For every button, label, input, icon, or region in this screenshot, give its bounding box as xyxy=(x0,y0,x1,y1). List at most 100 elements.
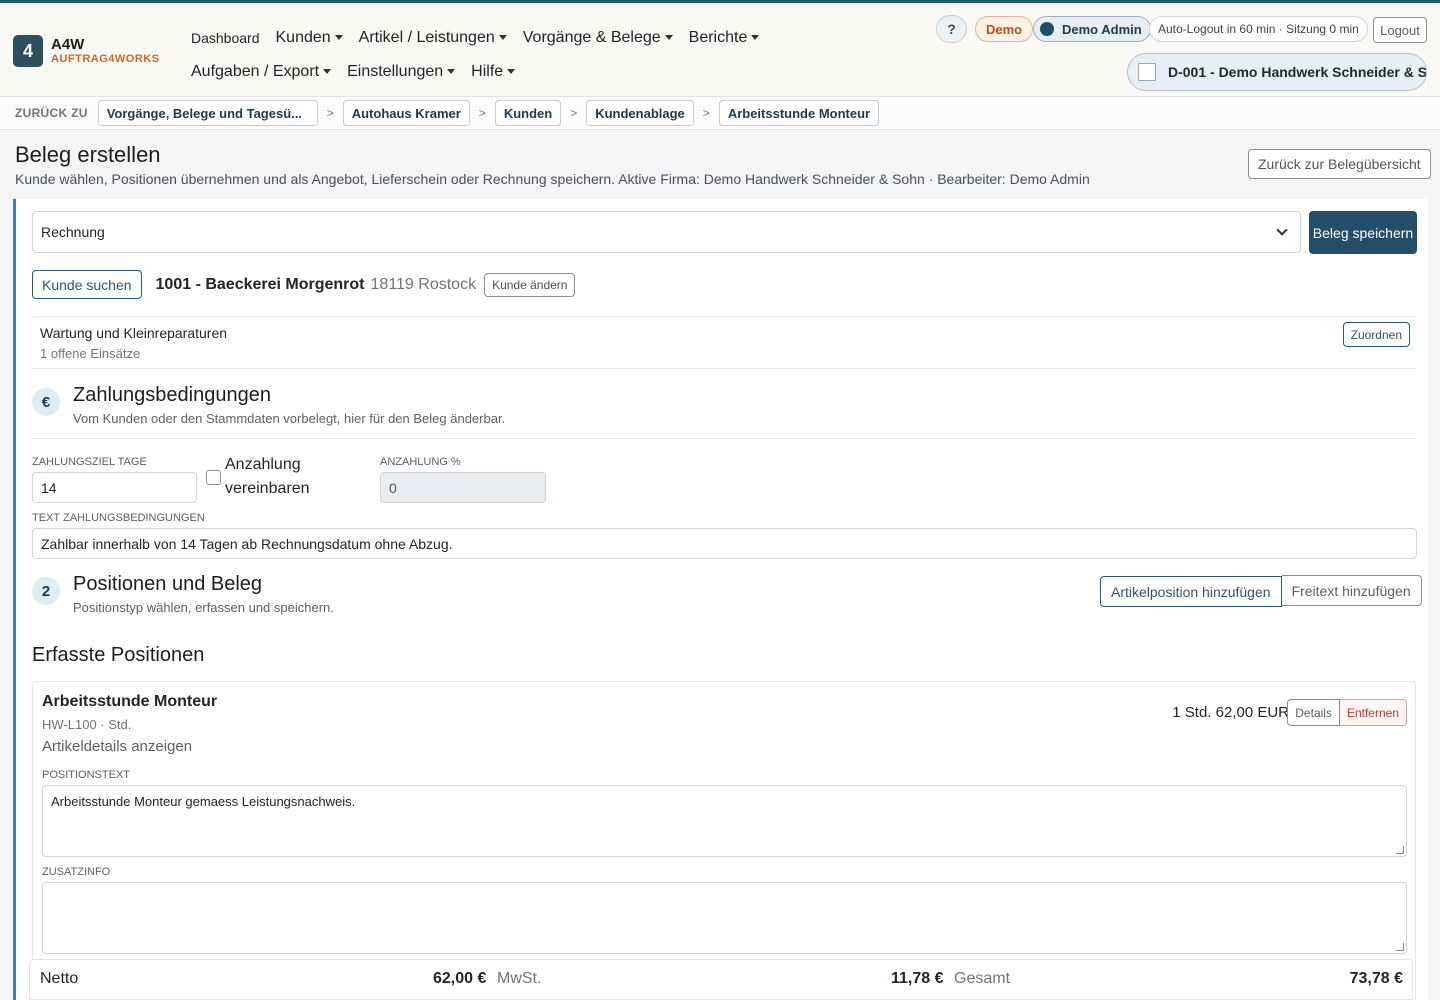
session-info: Auto-Logout in 60 min · Sitzung 0 min xyxy=(1149,16,1368,42)
caret-down-icon xyxy=(323,69,332,75)
nav-aufgaben-label: Aufgaben / Export xyxy=(191,63,320,80)
payment-subtitle: Vom Kunden oder den Stammdaten vorbelegt… xyxy=(73,411,506,426)
payment-text-label: TEXT ZAHLUNGSBEDINGUNGEN xyxy=(32,512,205,524)
main-nav: Dashboard Kunden Artikel / Leistungen Vo… xyxy=(191,21,791,89)
position-remove-button[interactable]: Entfernen xyxy=(1339,699,1407,726)
top-navbar: 4 A4W AUFTRAG4WORKS Dashboard Kunden Art… xyxy=(0,0,1440,97)
nav-kunden[interactable]: Kunden xyxy=(276,29,343,47)
beleg-form-card: Rechnung Beleg speichern Kunde suchen 10… xyxy=(13,199,1428,1000)
demo-badge: Demo xyxy=(975,16,1034,42)
nav-einstellungen-label: Einstellungen xyxy=(347,63,444,80)
breadcrumb-label: ZURÜCK ZU xyxy=(15,106,88,120)
position-card: Arbeitsstunde Monteur HW-L100 · Std. Art… xyxy=(32,681,1416,1000)
logo-mark: 4 xyxy=(13,35,43,67)
net-label: Netto xyxy=(40,970,79,987)
caret-down-icon xyxy=(664,35,673,41)
breadcrumb-item-kunden[interactable]: Kunden xyxy=(494,100,562,126)
total-value: 73,78 € xyxy=(1349,970,1403,987)
position-name: Arbeitsstunde Monteur xyxy=(42,693,218,710)
position-text-area[interactable]: Arbeitsstunde Monteur gemaess Leistungsn… xyxy=(42,785,1407,857)
nav-kunden-label: Kunden xyxy=(275,29,331,46)
customer-name: 1001 - Baeckerei Morgenrot xyxy=(155,275,365,293)
breadcrumb-separator: > xyxy=(326,106,334,120)
add-article-position-button[interactable]: Artikelposition hinzufügen xyxy=(1100,576,1282,607)
page-subtitle: Kunde wählen, Positionen übernehmen und … xyxy=(15,171,1090,187)
back-to-overview-button[interactable]: Zurück zur Belegübersicht xyxy=(1248,149,1431,179)
positions-list-title: Erfasste Positionen xyxy=(32,644,205,666)
payment-text-input[interactable]: Zahlbar innerhalb von 14 Tagen ab Rechnu… xyxy=(32,528,1417,559)
nav-aufgaben[interactable]: Aufgaben / Export xyxy=(191,63,332,81)
resize-handle-icon[interactable] xyxy=(1396,846,1404,854)
article-details-link[interactable]: Artikeldetails anzeigen xyxy=(42,738,192,755)
save-beleg-button[interactable]: Beleg speichern xyxy=(1309,211,1417,254)
einsatz-title: Wartung und Kleinreparaturen xyxy=(40,325,228,341)
divider xyxy=(32,438,1416,439)
nav-vorgaenge-label: Vorgänge & Belege xyxy=(522,29,661,46)
nav-einstellungen[interactable]: Einstellungen xyxy=(347,63,456,81)
position-text-label: POSITIONSTEXT xyxy=(42,769,131,781)
caret-down-icon xyxy=(447,69,456,75)
add-position-buttons: Artikelposition hinzufügen Freitext hinz… xyxy=(1100,575,1422,607)
brand-logo[interactable]: 4 A4W AUFTRAG4WORKS xyxy=(13,35,160,67)
change-customer-button[interactable]: Kunde ändern xyxy=(484,272,576,297)
euro-icon: € xyxy=(32,388,60,416)
nav-berichte[interactable]: Berichte xyxy=(689,29,760,47)
search-customer-button[interactable]: Kunde suchen xyxy=(32,270,142,299)
nav-artikel[interactable]: Artikel / Leistungen xyxy=(359,29,507,47)
resize-handle-icon[interactable] xyxy=(1396,943,1404,951)
term-days-input[interactable]: 14 xyxy=(32,472,197,503)
einsatz-item: Wartung und Kleinreparaturen 1 offene Ei… xyxy=(32,316,1416,369)
deposit-label-line2: vereinbaren xyxy=(225,480,310,497)
extra-info-area[interactable] xyxy=(42,882,1407,954)
deposit-pct-input[interactable]: 0 xyxy=(380,472,546,503)
deposit-label-line1: Anzahlung xyxy=(225,456,301,473)
logout-button[interactable]: Logout xyxy=(1373,17,1427,43)
totals-bar: Netto 62,00 € MwSt. 11,78 € Gesamt 73,78… xyxy=(29,959,1413,1000)
user-name: Demo Admin xyxy=(1062,21,1142,37)
nav-dashboard[interactable]: Dashboard xyxy=(191,30,260,46)
user-badge[interactable]: Demo Admin xyxy=(1033,16,1151,42)
net-value: 62,00 € xyxy=(433,970,487,987)
term-days-label: ZAHLUNGSZIEL TAGE xyxy=(32,456,147,468)
position-details-button[interactable]: Details xyxy=(1287,699,1340,726)
vat-label: MwSt. xyxy=(497,970,542,987)
payment-title: Zahlungsbedingungen xyxy=(73,384,271,406)
caret-down-icon xyxy=(334,35,343,41)
nav-vorgaenge[interactable]: Vorgänge & Belege xyxy=(523,29,673,47)
nav-artikel-label: Artikel / Leistungen xyxy=(358,29,495,46)
assign-button[interactable]: Zuordnen xyxy=(1342,322,1410,347)
breadcrumb-item-arbeitsstunde[interactable]: Arbeitsstunde Monteur xyxy=(718,100,880,126)
total-label: Gesamt xyxy=(954,970,1011,987)
caret-down-icon xyxy=(507,69,516,75)
help-button[interactable]: ? xyxy=(936,15,967,43)
position-text-value: Arbeitsstunde Monteur gemaess Leistungsn… xyxy=(51,794,356,809)
deposit-pct-label: ANZAHLUNG % xyxy=(380,456,461,468)
chevron-down-icon xyxy=(1276,224,1288,236)
brand-name: A4W xyxy=(51,35,85,53)
position-code: HW-L100 · Std. xyxy=(42,717,132,732)
nav-berichte-label: Berichte xyxy=(688,29,748,46)
positions-title: Positionen und Beleg xyxy=(73,573,263,595)
deposit-checkbox[interactable] xyxy=(206,470,221,485)
breadcrumb-separator: > xyxy=(478,106,486,120)
caret-down-icon xyxy=(751,35,760,41)
breadcrumb-item-autohaus[interactable]: Autohaus Kramer xyxy=(342,100,470,126)
firm-name: D-001 - Demo Handwerk Schneider & Sohn xyxy=(1168,64,1427,80)
position-amount: 1 Std. 62,00 EUR xyxy=(1172,704,1289,721)
add-freetext-button[interactable]: Freitext hinzufügen xyxy=(1281,575,1422,606)
page-title: Beleg erstellen xyxy=(15,142,161,167)
breadcrumb-item-kundenablage[interactable]: Kundenablage xyxy=(586,100,694,126)
vat-value: 11,78 € xyxy=(891,970,944,987)
doc-type-value: Rechnung xyxy=(41,224,105,240)
customer-row: Kunde suchen 1001 - Baeckerei Morgenrot … xyxy=(32,270,576,299)
firm-selector[interactable]: D-001 - Demo Handwerk Schneider & Sohn xyxy=(1127,53,1427,91)
step-number: 2 xyxy=(32,577,60,605)
breadcrumb-separator: > xyxy=(570,106,578,120)
nav-hilfe[interactable]: Hilfe xyxy=(471,63,516,81)
breadcrumb: ZURÜCK ZU Vorgänge, Belege und Tagesü...… xyxy=(0,97,1440,130)
position-actions: Details Entfernen xyxy=(1287,699,1407,726)
einsatz-count: 1 offene Einsätze xyxy=(40,346,141,361)
doc-type-select[interactable]: Rechnung xyxy=(32,211,1301,253)
breadcrumb-item-vorgaenge[interactable]: Vorgänge, Belege und Tagesü... xyxy=(97,100,318,126)
extra-info-label: ZUSATZINFO xyxy=(42,866,111,878)
